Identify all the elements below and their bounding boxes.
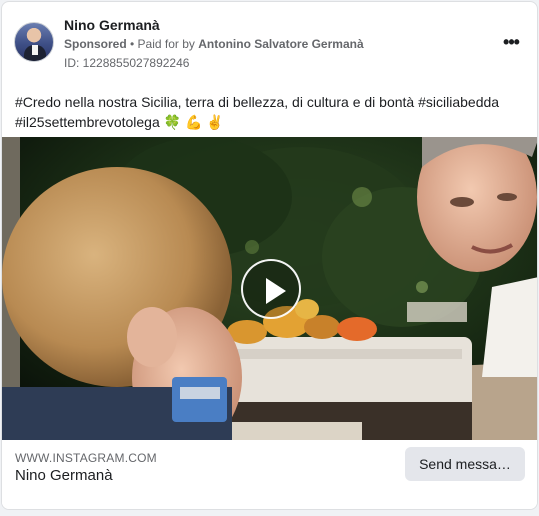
- page-avatar[interactable]: [14, 22, 54, 62]
- avatar-figure-shirt: [32, 45, 38, 55]
- play-triangle: [266, 278, 286, 304]
- ad-id: ID: 1228855027892246: [64, 56, 190, 70]
- sponsored-line: Sponsored • Paid for by Antonino Salvato…: [64, 37, 364, 51]
- post-caption: #Credo nella nostra Sicilia, terra di be…: [15, 94, 500, 130]
- link-title[interactable]: Nino Germanà: [15, 467, 113, 484]
- page-name[interactable]: Nino Germanà: [64, 17, 160, 33]
- paid-for-prefix: • Paid for by: [126, 37, 199, 51]
- link-domain: WWW.INSTAGRAM.COM: [15, 451, 157, 465]
- play-icon[interactable]: [241, 259, 301, 319]
- ad-card: Nino Germanà Sponsored • Paid for by Ant…: [1, 1, 538, 510]
- sponsored-label: Sponsored: [64, 37, 127, 51]
- payer-name: Antonino Salvatore Germanà: [198, 37, 364, 51]
- post-header: Nino Germanà Sponsored • Paid for by Ant…: [2, 2, 537, 82]
- more-options-icon[interactable]: •••: [499, 30, 523, 54]
- send-message-button[interactable]: Send messa…: [405, 447, 525, 481]
- link-preview[interactable]: WWW.INSTAGRAM.COM Nino Germanà Send mess…: [2, 440, 537, 509]
- video-media[interactable]: [2, 137, 537, 440]
